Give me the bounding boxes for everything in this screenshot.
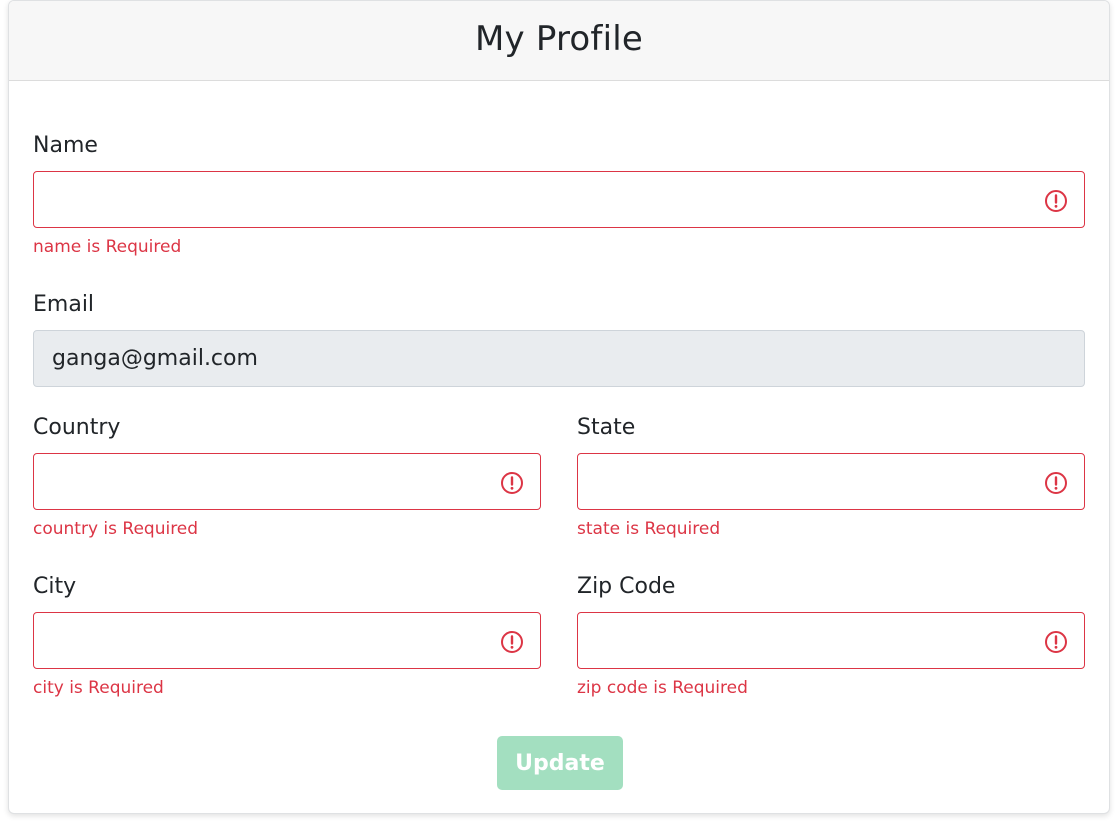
state-input-wrapper (577, 453, 1085, 510)
state-field-group: State state is Required (577, 413, 1085, 540)
email-input-wrapper (33, 330, 1085, 387)
city-field-group: City city is Required (33, 572, 541, 699)
city-input-wrapper (33, 612, 541, 669)
zip-input[interactable] (578, 613, 1084, 668)
city-label: City (33, 574, 77, 599)
zip-label: Zip Code (577, 574, 676, 599)
zip-input-wrapper (577, 612, 1085, 669)
exclamation-circle-icon (501, 631, 523, 653)
city-error: city is Required (33, 678, 164, 698)
update-button[interactable]: Update (497, 736, 623, 790)
email-label: Email (33, 292, 95, 317)
country-input[interactable] (34, 454, 540, 509)
country-field-group: Country country is Required (33, 413, 541, 540)
name-input[interactable] (34, 172, 1084, 227)
city-input[interactable] (34, 613, 540, 668)
exclamation-circle-icon (1045, 190, 1067, 212)
zip-error: zip code is Required (577, 678, 748, 698)
name-input-wrapper (33, 171, 1085, 228)
country-label: Country (33, 415, 121, 440)
email-field-group: Email (33, 290, 1085, 387)
exclamation-circle-icon (1045, 631, 1067, 653)
state-error: state is Required (577, 519, 721, 539)
name-label: Name (33, 133, 98, 158)
name-field-group: Name name is Required (33, 131, 1085, 258)
exclamation-circle-icon (501, 472, 523, 494)
country-input-wrapper (33, 453, 541, 510)
exclamation-circle-icon (1045, 472, 1067, 494)
profile-card: My Profile Name name is Required Email g… (8, 0, 1110, 814)
name-error: name is Required (33, 237, 182, 257)
country-error: country is Required (33, 519, 199, 539)
zip-field-group: Zip Code zip code is Required (577, 572, 1085, 699)
state-label: State (577, 415, 636, 440)
page-title: My Profile (475, 18, 643, 59)
state-input[interactable] (578, 454, 1084, 509)
email-input (34, 331, 1084, 386)
card-header: My Profile (9, 1, 1109, 81)
